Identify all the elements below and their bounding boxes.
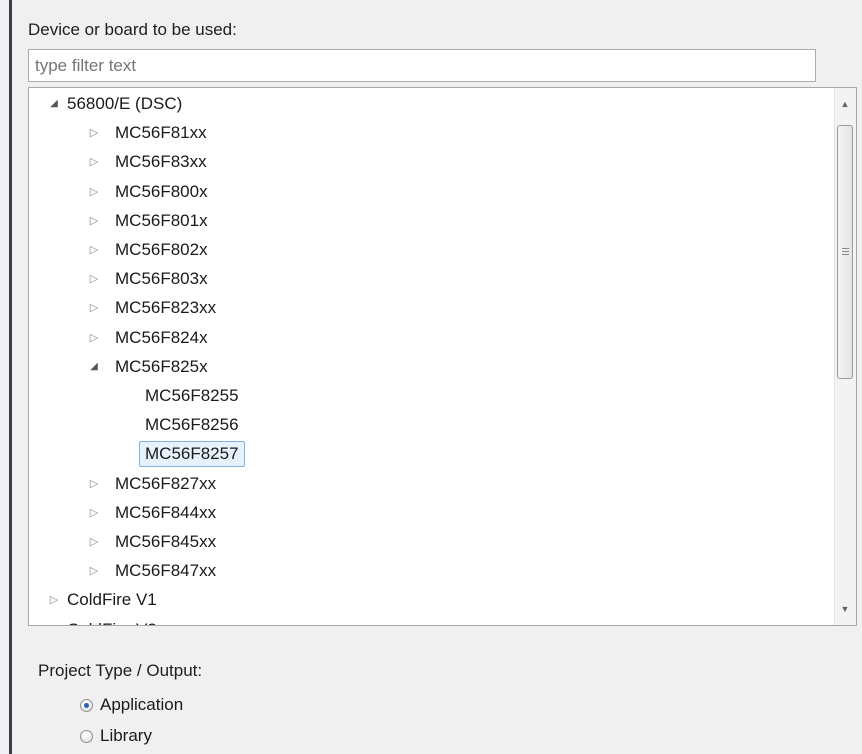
tree-row-label: MC56F801x bbox=[115, 210, 208, 230]
tree-row[interactable]: MC56F8256 bbox=[29, 411, 835, 439]
project-type-label: Project Type / Output: bbox=[38, 661, 203, 680]
tree-row[interactable]: ▷ ColdFire V1 bbox=[29, 586, 835, 614]
radio-application-indicator[interactable] bbox=[80, 698, 93, 712]
collapsed-arrow-icon[interactable]: ▷ bbox=[87, 236, 101, 264]
collapsed-arrow-icon[interactable]: ▷ bbox=[47, 616, 61, 625]
tree-row[interactable]: ▷ ColdFire V2 bbox=[29, 616, 835, 625]
new-project-panel: Device or board to be used: ◢ 56800/E (DS… bbox=[12, 0, 862, 754]
tree-row-label: MC56F8256 bbox=[145, 415, 239, 435]
device-tree[interactable]: ◢ 56800/E (DSC) ▷ MC56F81xx ▷ MC56F83xx ▷ MC56F… bbox=[28, 87, 857, 626]
collapsed-arrow-icon[interactable]: ▷ bbox=[87, 178, 101, 206]
radio-library[interactable]: Library bbox=[80, 723, 152, 749]
scroll-thumb[interactable] bbox=[837, 125, 853, 379]
radio-library-indicator[interactable] bbox=[80, 729, 93, 743]
tree-row-label: MC56F800x bbox=[115, 181, 208, 201]
collapsed-arrow-icon[interactable]: ▷ bbox=[87, 324, 101, 352]
tree-row[interactable]: ▷ MC56F800x bbox=[29, 178, 835, 206]
tree-row[interactable]: ▷ MC56F823xx bbox=[29, 294, 835, 322]
expanded-arrow-icon[interactable]: ◢ bbox=[87, 353, 101, 381]
filter-input[interactable] bbox=[28, 49, 816, 82]
tree-row-label: MC56F803x bbox=[115, 269, 208, 289]
collapsed-arrow-icon[interactable]: ▷ bbox=[87, 294, 101, 322]
scroll-up-button[interactable]: ▲ bbox=[835, 93, 855, 115]
tree-row[interactable]: ▷ MC56F824x bbox=[29, 324, 835, 352]
scroll-grip-line bbox=[842, 254, 849, 255]
collapsed-arrow-icon[interactable]: ▷ bbox=[47, 586, 61, 614]
collapsed-arrow-icon[interactable]: ▷ bbox=[87, 499, 101, 527]
tree-row-label: MC56F8255 bbox=[145, 386, 239, 405]
tree-row-label: MC56F844xx bbox=[115, 502, 217, 522]
tree-row-label: MC56F823xx bbox=[115, 298, 217, 318]
tree-row-label: MC56F827xx bbox=[115, 473, 217, 493]
tree-row[interactable]: ▷ MC56F844xx bbox=[29, 499, 835, 527]
tree-row[interactable]: ▷ MC56F827xx bbox=[29, 470, 835, 498]
tree-row-label: MC56F845xx bbox=[115, 532, 217, 551]
tree-row[interactable]: ▷ MC56F802x bbox=[29, 236, 835, 264]
radio-application[interactable]: Application bbox=[80, 692, 183, 718]
tree-row-label: ColdFire V2 bbox=[67, 616, 157, 625]
device-label: Device or board to be used: bbox=[28, 20, 237, 39]
collapsed-arrow-icon[interactable]: ▷ bbox=[87, 528, 101, 556]
tree-row-label: ColdFire V1 bbox=[67, 590, 157, 610]
tree-row[interactable]: MC56F8257 bbox=[29, 440, 835, 468]
tree-scrollbar[interactable]: ▲ ▼ bbox=[834, 88, 856, 625]
collapsed-arrow-icon[interactable]: ▷ bbox=[87, 148, 101, 176]
collapsed-arrow-icon[interactable]: ▷ bbox=[87, 265, 101, 293]
tree-row[interactable]: ▷ MC56F83xx bbox=[29, 148, 835, 176]
device-tree-rows: ◢ 56800/E (DSC) ▷ MC56F81xx ▷ MC56F83xx ▷ MC56F… bbox=[29, 88, 835, 625]
tree-row-label: MC56F824x bbox=[115, 327, 208, 347]
tree-row-label: MC56F802x bbox=[115, 240, 208, 259]
scroll-grip-line bbox=[842, 251, 849, 252]
tree-row-label: MC56F81xx bbox=[115, 123, 207, 143]
scroll-down-button[interactable]: ▼ bbox=[835, 598, 855, 620]
tree-row-label: MC56F825x bbox=[115, 356, 208, 376]
tree-row[interactable]: ▷ MC56F847xx bbox=[29, 557, 835, 585]
tree-row-label: 56800/E (DSC) bbox=[67, 94, 183, 113]
collapsed-arrow-icon[interactable]: ▷ bbox=[87, 207, 101, 235]
scroll-grip-line bbox=[842, 248, 849, 249]
tree-row[interactable]: ▷ MC56F81xx bbox=[29, 119, 835, 147]
tree-row[interactable]: ▷ MC56F845xx bbox=[29, 528, 835, 556]
radio-application-label: Application bbox=[100, 695, 184, 714]
tree-row-label: MC56F847xx bbox=[115, 561, 217, 581]
collapsed-arrow-icon[interactable]: ▷ bbox=[87, 119, 101, 147]
tree-row[interactable]: ▷ MC56F801x bbox=[29, 207, 835, 235]
tree-row[interactable]: MC56F8255 bbox=[29, 382, 835, 410]
tree-row[interactable]: ◢ 56800/E (DSC) bbox=[29, 90, 835, 118]
collapsed-arrow-icon[interactable]: ▷ bbox=[87, 470, 101, 498]
tree-row-label: MC56F8257 bbox=[139, 441, 245, 468]
tree-row-label: MC56F83xx bbox=[115, 152, 207, 172]
tree-row[interactable]: ▷ MC56F803x bbox=[29, 265, 835, 293]
collapsed-arrow-icon[interactable]: ▷ bbox=[87, 557, 101, 585]
tree-row[interactable]: ◢ MC56F825x bbox=[29, 353, 835, 381]
radio-library-label: Library bbox=[100, 726, 152, 745]
expanded-arrow-icon[interactable]: ◢ bbox=[47, 90, 61, 118]
